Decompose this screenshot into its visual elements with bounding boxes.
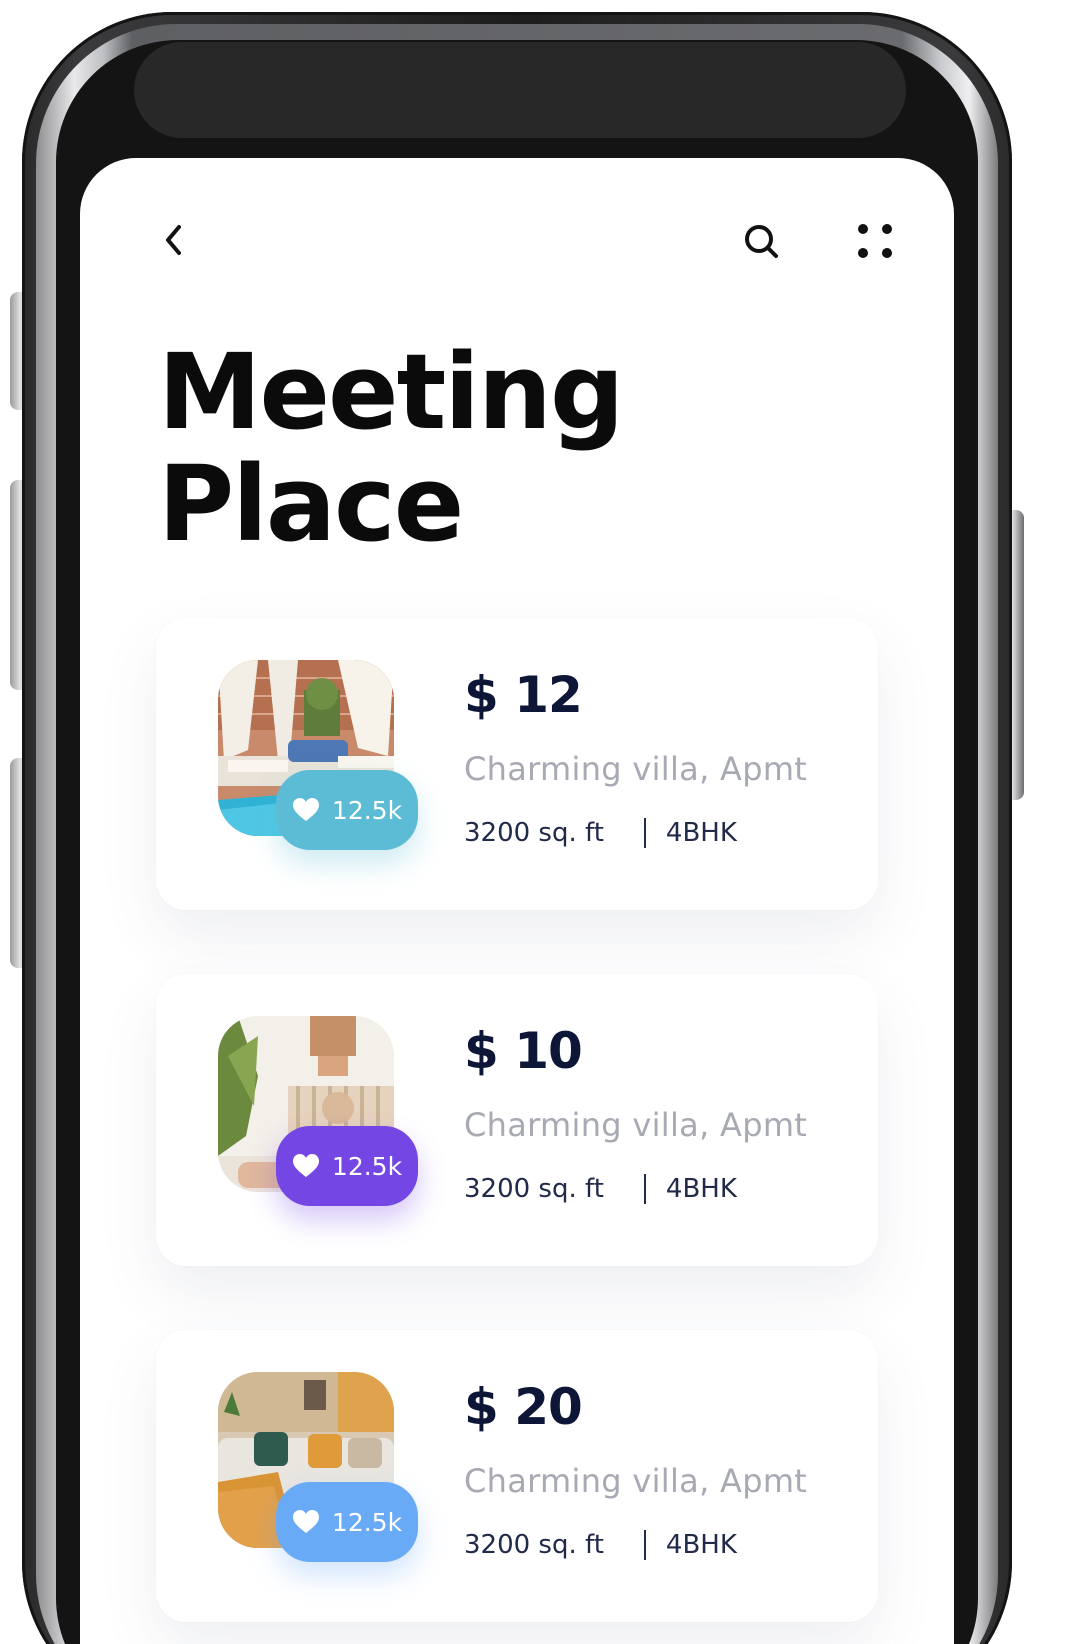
details-divider (643, 1530, 646, 1560)
likes-count: 12.5k (331, 795, 403, 825)
listing-price: $ 20 (464, 1378, 583, 1436)
app-screen: Meeting Place 12.5k $ 12 Charming villa,… (80, 158, 954, 1644)
likes-count: 12.5k (331, 1507, 403, 1537)
likes-badge[interactable]: 12.5k (276, 1482, 418, 1562)
heart-icon (292, 798, 319, 821)
page-title: Meeting Place (158, 331, 624, 565)
listing-rooms: 4BHK (665, 818, 737, 848)
listing-details: 3200 sq. ft 4BHK (464, 818, 737, 848)
phone-notch (134, 42, 906, 138)
listing-area: 3200 sq. ft (464, 1530, 604, 1560)
likes-badge[interactable]: 12.5k (276, 770, 418, 850)
listing-name: Charming villa, Apmt (464, 750, 808, 788)
listing-name: Charming villa, Apmt (464, 1462, 808, 1500)
listing-area: 3200 sq. ft (464, 818, 604, 848)
details-divider (643, 1174, 646, 1204)
dots-grid-icon (858, 224, 892, 258)
back-button[interactable] (154, 220, 194, 260)
listing-rooms: 4BHK (665, 1530, 737, 1560)
heart-icon (292, 1510, 319, 1533)
listing-details: 3200 sq. ft 4BHK (464, 1530, 737, 1560)
heart-icon (292, 1154, 319, 1177)
listing-name: Charming villa, Apmt (464, 1106, 808, 1144)
likes-badge[interactable]: 12.5k (276, 1126, 418, 1206)
listing-rooms: 4BHK (665, 1174, 737, 1204)
listing-card[interactable]: 12.5k $ 12 Charming villa, Apmt 3200 sq.… (156, 618, 878, 910)
listing-card[interactable]: 12.5k $ 10 Charming villa, Apmt 3200 sq.… (156, 974, 878, 1266)
listing-card[interactable]: 12.5k $ 20 Charming villa, Apmt 3200 sq.… (156, 1330, 878, 1622)
listing-price: $ 12 (464, 666, 583, 724)
chevron-left-icon (166, 225, 181, 255)
likes-count: 12.5k (331, 1151, 403, 1181)
listing-price: $ 10 (464, 1022, 583, 1080)
details-divider (643, 818, 646, 848)
menu-button[interactable] (854, 220, 898, 264)
phone-mockup: Meeting Place 12.5k $ 12 Charming villa,… (0, 0, 1077, 1644)
page-title-line-2: Place (158, 443, 464, 565)
search-button[interactable] (740, 220, 784, 264)
listing-area: 3200 sq. ft (464, 1174, 604, 1204)
page-title-line-1: Meeting (158, 331, 624, 453)
search-icon (745, 225, 778, 258)
listing-details: 3200 sq. ft 4BHK (464, 1174, 737, 1204)
